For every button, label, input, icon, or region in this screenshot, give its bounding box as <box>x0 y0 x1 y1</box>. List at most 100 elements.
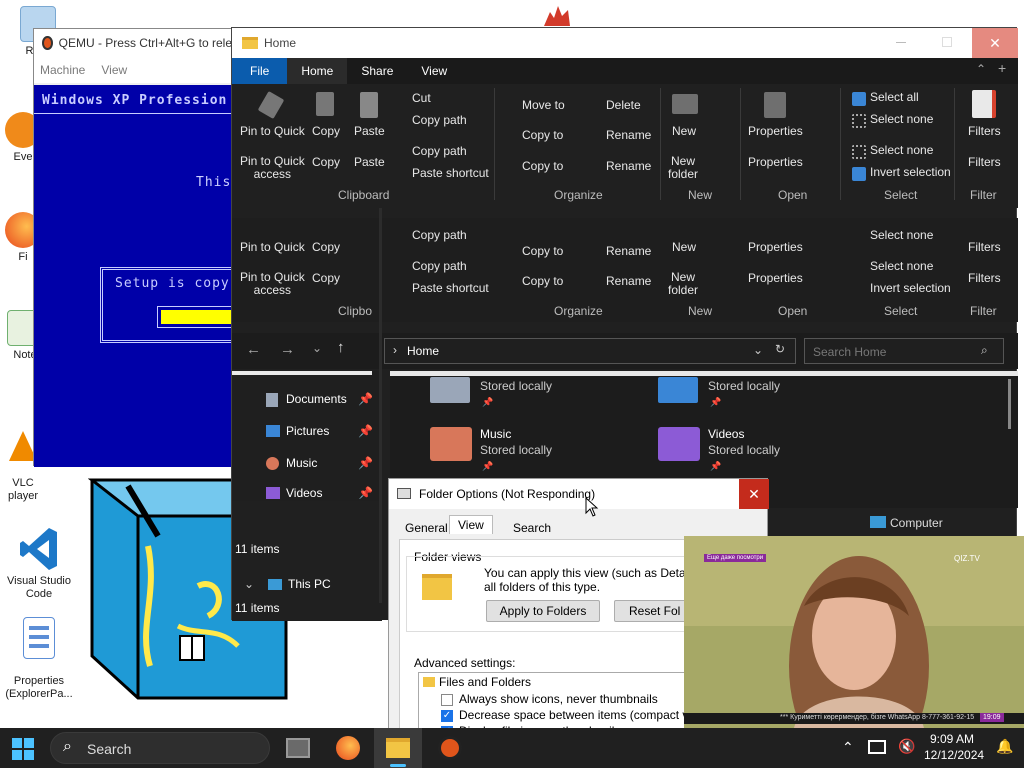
music-folder-icon <box>430 427 472 461</box>
quick-access-tile[interactable]: Stored locally 📌 <box>430 377 630 413</box>
tab-general[interactable]: General <box>405 521 448 535</box>
add-tab-icon[interactable]: + <box>998 60 1006 76</box>
clock-date[interactable]: 12/12/2024 <box>924 748 984 762</box>
forward-arrow-icon[interactable]: → <box>280 341 295 358</box>
nav-item-pictures[interactable]: Pictures 📌 <box>266 423 376 441</box>
tab-view[interactable]: View <box>449 515 493 534</box>
videos-folder-icon <box>658 427 700 461</box>
select-none-button[interactable]: Select none <box>870 112 933 126</box>
option-checkbox-1[interactable]: ✓ <box>441 710 453 722</box>
tab-share[interactable]: Share <box>347 58 407 84</box>
taskbar-search-box[interactable]: ⌕ Search <box>50 732 270 764</box>
show-hidden-icons-chevron[interactable]: ⌃ <box>842 739 854 756</box>
copy-button[interactable]: Copy <box>312 124 340 138</box>
taskbar: ⌕ Search ⌃ 🔇 9:09 AM 12/12/2024 🔔 <box>0 728 1024 768</box>
desktop-icon-vscode[interactable]: Visual Studio Code <box>4 500 74 601</box>
qemu-menu-view[interactable]: View <box>101 63 127 77</box>
folder-icon <box>423 677 435 687</box>
invert-selection-button[interactable]: Invert selection <box>870 165 951 179</box>
paste-button-2[interactable]: Paste <box>354 155 385 169</box>
tab-search[interactable]: Search <box>513 521 551 535</box>
tab-home[interactable]: Home <box>287 58 348 84</box>
nav-item-videos[interactable]: Videos 📌 <box>266 485 376 499</box>
computer-label: Computer <box>890 516 943 530</box>
new-folder-button[interactable]: New folder <box>668 155 698 181</box>
network-icon[interactable] <box>868 740 886 754</box>
explorer-title: Home <box>264 36 297 50</box>
address-input[interactable]: › Home ⌄ ↻ <box>384 338 796 364</box>
explorer-taskbar-button[interactable] <box>374 728 422 768</box>
volume-muted-icon[interactable]: 🔇 <box>898 738 915 755</box>
search-input[interactable]: Search Home ⌕ <box>804 338 1004 364</box>
desktop-icon-label: VLC player <box>8 477 38 502</box>
breadcrumb-home[interactable]: Home <box>407 344 439 358</box>
properties-button[interactable]: Properties <box>748 124 803 138</box>
firefox-taskbar-icon[interactable] <box>336 736 360 760</box>
option-checkbox-0[interactable] <box>441 694 453 706</box>
invert-selection-icon <box>852 167 866 181</box>
properties-button-2[interactable]: Properties <box>748 155 803 169</box>
pin-to-quick-access-button[interactable]: Pin to Quick access <box>240 155 305 181</box>
content-scrollbar[interactable] <box>1008 379 1011 429</box>
apply-to-folders-button[interactable]: Apply to Folders <box>486 600 600 622</box>
task-view-icon[interactable] <box>286 738 310 758</box>
rename-button[interactable]: Rename <box>606 128 651 142</box>
pictures-icon <box>266 425 280 437</box>
desktop-icon-properties[interactable]: Properties (ExplorerPa... <box>3 604 75 701</box>
up-arrow-icon[interactable]: ↑ <box>337 339 345 356</box>
tab-view[interactable]: View <box>407 58 461 84</box>
copy-path-button[interactable]: Copy path <box>412 113 467 127</box>
nav-item-this-pc[interactable]: This PC <box>288 577 331 591</box>
start-button[interactable] <box>12 738 34 760</box>
copy-to-button-2[interactable]: Copy to <box>522 159 563 173</box>
copy-to-button[interactable]: Copy to <box>522 128 563 142</box>
qemu-titlebar[interactable]: QEMU - Press Ctrl+Alt+G to rele <box>34 29 232 57</box>
clipboard-group-label: Clipboard <box>338 188 390 202</box>
close-button[interactable]: ✕ <box>739 479 769 509</box>
maximize-button[interactable] <box>942 37 952 47</box>
qemu-window[interactable]: QEMU - Press Ctrl+Alt+G to rele Machine … <box>33 28 234 467</box>
move-to-button[interactable]: Move to <box>522 98 565 112</box>
new-item-button[interactable]: New <box>672 124 696 138</box>
paste-shortcut-button[interactable]: Paste shortcut <box>412 166 489 180</box>
folder-options-icon <box>397 488 411 499</box>
qemu-taskbar-icon[interactable] <box>438 736 462 760</box>
quick-access-tile-music[interactable]: Music Stored locally 📌 <box>430 423 630 473</box>
paste-button[interactable]: Paste <box>354 124 385 138</box>
rename-button-2[interactable]: Rename <box>606 159 651 173</box>
nav-item-documents[interactable]: Documents 📌 <box>266 391 376 409</box>
select-none-button-2[interactable]: Select none <box>870 143 933 157</box>
tab-file[interactable]: File <box>232 58 288 84</box>
qemu-menu-machine[interactable]: Machine <box>40 63 85 77</box>
delete-button[interactable]: Delete <box>606 98 641 112</box>
clock-time[interactable]: 9:09 AM <box>930 732 974 746</box>
refresh-icon[interactable]: ↻ <box>775 342 785 356</box>
explorer-titlebar[interactable]: Home ✕ <box>232 28 1018 58</box>
select-all-button[interactable]: Select all <box>870 90 919 104</box>
qemu-app-icon <box>42 36 53 50</box>
computer-row[interactable]: Computer <box>868 514 1018 532</box>
copy-button-2[interactable]: Copy <box>312 155 340 169</box>
nav-pane-splitter[interactable] <box>379 208 382 603</box>
nav-item-music[interactable]: Music 📌 <box>266 455 376 473</box>
notification-bell-icon[interactable]: 🔔 <box>996 738 1013 755</box>
recent-chevron-icon[interactable]: ⌄ <box>312 341 322 355</box>
back-arrow-icon[interactable]: ← <box>246 341 261 358</box>
folder-options-titlebar[interactable]: Folder Options (Not Responding) ✕ <box>389 479 769 509</box>
filters-button[interactable]: Filters <box>968 124 1001 138</box>
filters-button-2[interactable]: Filters <box>968 155 1001 169</box>
copy-path-button-2[interactable]: Copy path <box>412 144 467 158</box>
collapse-ribbon-icon[interactable]: ⌃ <box>976 62 986 76</box>
pin-to-quick-button[interactable]: Pin to Quick <box>240 124 305 138</box>
close-button[interactable]: ✕ <box>972 28 1018 58</box>
picture-in-picture-video[interactable]: Еще даже посмотри QIZ.TV *** Куриметті к… <box>684 536 1024 728</box>
address-dropdown-icon[interactable]: ⌄ <box>753 343 763 357</box>
desktop-icon-label: Properties (ExplorerPa... <box>5 675 73 700</box>
copy-to-button-ghost-2: Copy to <box>522 274 564 288</box>
quick-access-tile-videos[interactable]: Videos Stored locally 📌 <box>658 423 858 473</box>
minimize-button[interactable] <box>896 42 906 43</box>
qemu-guest-screen[interactable]: Windows XP Profession This Setup is copy <box>34 85 234 467</box>
quick-access-tile[interactable]: Stored locally 📌 <box>658 377 858 413</box>
cut-button[interactable]: Cut <box>412 91 431 105</box>
expand-chevron-icon[interactable]: ⌄ <box>244 577 254 591</box>
